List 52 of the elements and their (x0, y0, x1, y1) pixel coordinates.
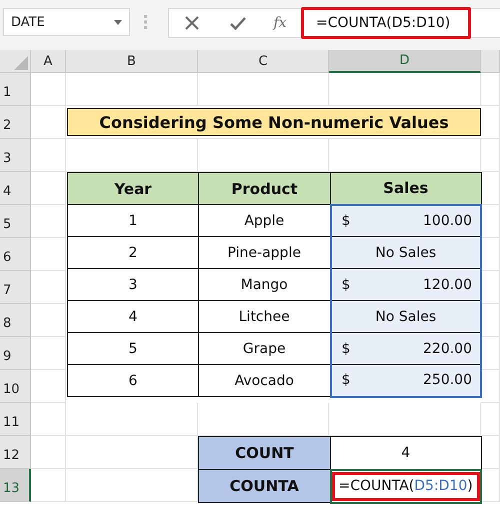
row-header[interactable]: 5 (0, 205, 31, 238)
column-header[interactable]: D (329, 50, 481, 73)
formula-input[interactable]: =COUNTA(D5:D10) (301, 7, 471, 39)
close-icon (185, 16, 199, 30)
currency-symbol: $ (342, 276, 350, 292)
row-header[interactable]: 6 (0, 238, 31, 271)
table-cell: No Sales (330, 236, 481, 268)
table-cell: 5 (68, 332, 198, 364)
checkmark-icon (230, 16, 246, 30)
amount-value: 250.00 (423, 372, 472, 388)
table-cell: 2 (68, 236, 198, 268)
table-cell: 4 (68, 300, 198, 332)
table-cell: 1 (68, 204, 198, 236)
row-header[interactable]: 9 (0, 337, 31, 370)
table-cell: 6 (68, 364, 198, 396)
table-cell: COUNTA (198, 470, 330, 502)
grip-icon (144, 15, 147, 29)
row-header[interactable]: 8 (0, 304, 31, 337)
table-cell: 3 (68, 268, 198, 300)
column-header[interactable]: C (198, 50, 329, 73)
name-box[interactable]: DATE (3, 8, 130, 36)
row-header[interactable]: 1 (0, 73, 31, 106)
formula-cell[interactable]: =COUNTA(D5:D10) (332, 472, 480, 500)
row-header[interactable]: 2 (0, 106, 31, 139)
table-header: Sales (330, 172, 481, 204)
row-header[interactable]: 13 (0, 469, 31, 502)
currency-symbol: $ (342, 372, 350, 388)
table-cell: COUNT (198, 436, 330, 470)
caret-icon (114, 20, 122, 24)
title-banner: Considering Some Non-numeric Values (67, 108, 481, 136)
table-header: Product (198, 172, 330, 204)
row-header[interactable]: 7 (0, 271, 31, 304)
currency-symbol: $ (342, 212, 350, 229)
column-header[interactable]: B (66, 50, 198, 73)
table-cell: No Sales (330, 300, 481, 332)
row-header[interactable]: 3 (0, 139, 31, 172)
empty-cell (481, 469, 500, 502)
column-header[interactable]: A (31, 50, 66, 73)
row-header[interactable]: 4 (0, 172, 31, 205)
table-header: Year (68, 172, 198, 204)
table-cell: 4 (330, 436, 481, 470)
currency-symbol: $ (342, 340, 350, 356)
row-header[interactable]: 12 (0, 436, 31, 469)
row-header[interactable]: 10 (0, 370, 31, 403)
amount-value: 220.00 (423, 340, 472, 356)
amount-value: 120.00 (423, 276, 472, 292)
empty-cell (481, 403, 500, 436)
insert-function-button[interactable]: fx (261, 10, 299, 36)
row-header[interactable]: 11 (0, 403, 31, 436)
amount-value: 100.00 (423, 212, 472, 229)
empty-cell (481, 139, 500, 172)
triangle-icon (14, 56, 28, 70)
